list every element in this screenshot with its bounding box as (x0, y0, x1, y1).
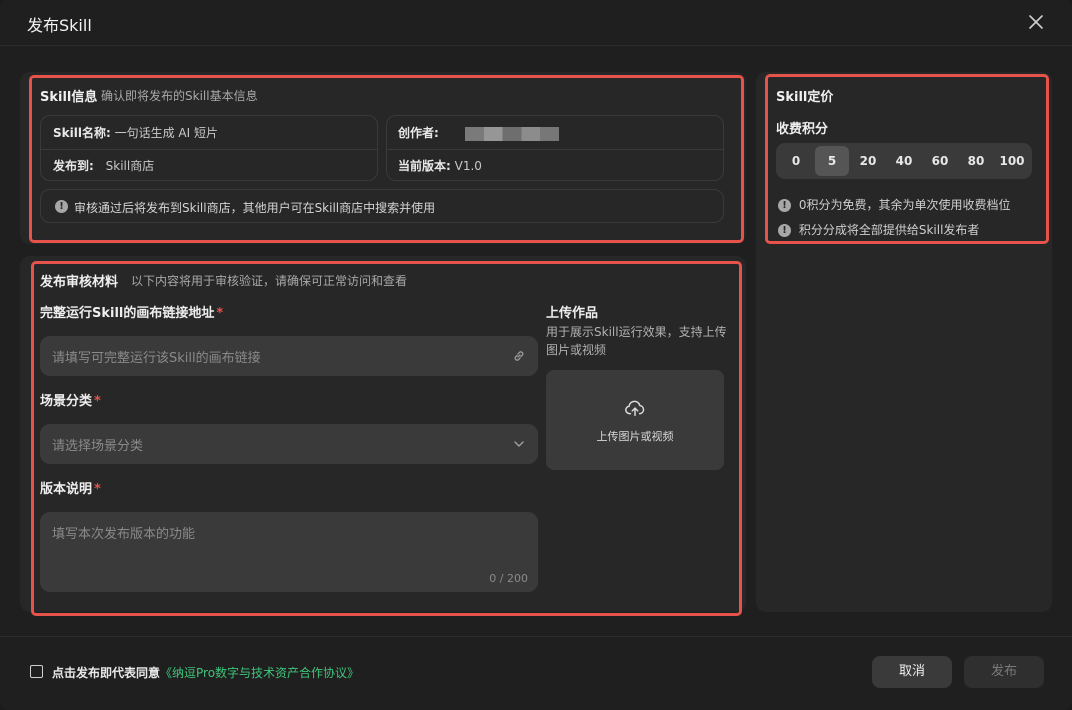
points-option-60[interactable]: 60 (923, 146, 957, 176)
canvas-link-input[interactable]: 请填写可完整运行该Skill的画布链接 (40, 336, 538, 376)
version-row: 当前版本: V1.0 (398, 157, 482, 174)
required-mark: * (94, 482, 101, 497)
points-option-20[interactable]: 20 (851, 146, 885, 176)
pricing-tip-free: ! 0积分为免费，其余为单次使用收费档位 (778, 196, 1010, 213)
char-count: 0 / 200 (489, 572, 528, 585)
close-icon[interactable] (1026, 12, 1046, 32)
upload-desc-line1: 用于展示Skill运行效果，支持上传 (546, 325, 727, 339)
publish-skill-dialog: 发布Skill Skill信息 确认即将发布的Skill基本信息 Skill名称… (0, 0, 1072, 710)
agree-text: 点击发布即代表同意《纳逗Pro数字与技术资产合作协议》 (52, 666, 360, 680)
creator-name-masked (464, 126, 559, 141)
card-divider (41, 149, 377, 150)
dialog-title: 发布Skill (27, 16, 92, 35)
points-option-40[interactable]: 40 (887, 146, 921, 176)
publish-to-label: 发布到: (53, 159, 94, 173)
chevron-down-icon (514, 441, 524, 447)
alert-circle-icon: ! (778, 224, 791, 237)
review-title: 发布审核材料 (40, 275, 119, 290)
scene-category-placeholder: 请选择场景分类 (52, 439, 144, 454)
agreement-link[interactable]: 《纳逗Pro数字与技术资产合作协议》 (160, 666, 359, 680)
version-desc-label: 版本说明 * (40, 482, 101, 497)
creator-label: 创作者: (398, 126, 439, 140)
upload-work-title: 上传作品 (546, 306, 599, 321)
points-selector: 0 5 20 40 60 80 100 (776, 143, 1032, 179)
version-value: V1.0 (454, 159, 482, 173)
upload-button-label: 上传图片或视频 (596, 430, 674, 443)
version-desc-textarea[interactable]: 填写本次发布版本的功能 0 / 200 (40, 512, 538, 592)
canvas-link-placeholder: 请填写可完整运行该Skill的画布链接 (52, 351, 261, 366)
required-mark: * (216, 306, 224, 321)
review-subtitle: 以下内容将用于审核验证，请确保可正常访问和查看 (131, 274, 408, 288)
points-option-80[interactable]: 80 (959, 146, 993, 176)
canvas-link-label: 完整运行Skill的画布链接地址 * (40, 306, 224, 321)
points-option-100[interactable]: 100 (995, 146, 1029, 176)
required-mark: * (94, 394, 101, 409)
upload-desc-line2: 图片或视频 (546, 343, 607, 357)
alert-circle-icon: ! (778, 199, 791, 212)
pricing-title: Skill定价 (776, 90, 834, 105)
dialog-header: 发布Skill (0, 0, 1072, 46)
points-label: 收费积分 (776, 122, 829, 137)
skill-name-row: Skill名称: 一句话生成 AI 短片 (53, 124, 218, 141)
review-notice-text: 审核通过后将发布到Skill商店，其他用户可在Skill商店中搜索并使用 (74, 201, 436, 215)
points-option-0[interactable]: 0 (779, 146, 813, 176)
card-divider (387, 149, 723, 150)
skill-name-value: 一句话生成 AI 短片 (114, 126, 218, 140)
alert-circle-icon: ! (55, 200, 68, 213)
scene-category-label: 场景分类 * (40, 394, 101, 409)
agree-checkbox[interactable] (30, 665, 43, 678)
publish-to-row: 发布到: Skill商店 (53, 157, 154, 174)
upload-area[interactable]: 上传图片或视频 (546, 370, 724, 470)
pricing-tip-share: ! 积分分成将全部提供给Skill发布者 (778, 221, 979, 238)
cancel-button[interactable]: 取消 (872, 656, 952, 688)
version-label: 当前版本: (398, 159, 451, 173)
link-icon (514, 351, 524, 361)
skill-info-subtitle: 确认即将发布的Skill基本信息 (101, 89, 258, 103)
publish-to-value: Skill商店 (105, 159, 155, 173)
skill-name-label: Skill名称: (53, 126, 111, 140)
scene-category-select[interactable]: 请选择场景分类 (40, 424, 538, 464)
cloud-upload-icon (625, 400, 645, 417)
version-desc-placeholder: 填写本次发布版本的功能 (52, 527, 196, 542)
publish-button[interactable]: 发布 (964, 656, 1044, 688)
skill-info-title: Skill信息 (40, 90, 98, 105)
points-option-5[interactable]: 5 (815, 146, 849, 176)
creator-row: 创作者: (398, 124, 559, 141)
